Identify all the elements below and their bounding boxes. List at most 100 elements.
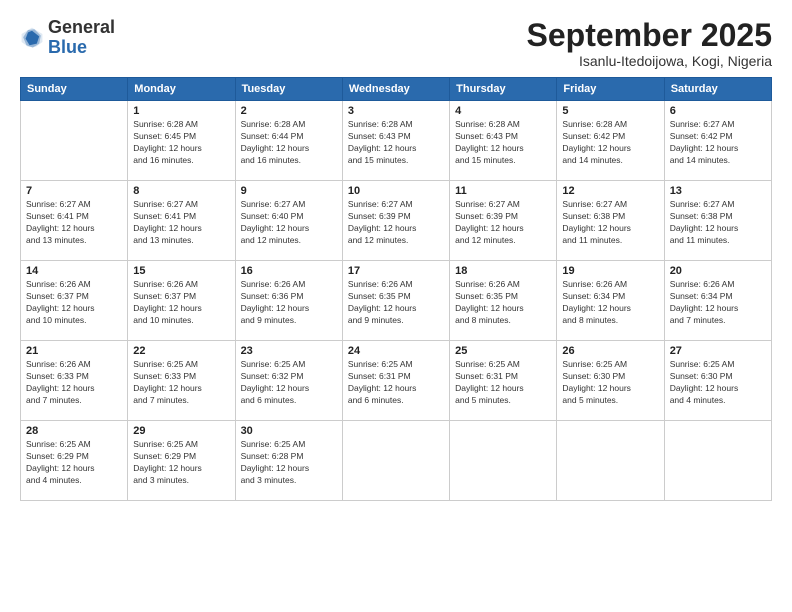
day-number: 24 <box>348 345 444 357</box>
day-number: 20 <box>670 265 766 277</box>
day-info: Sunrise: 6:26 AM Sunset: 6:35 PM Dayligh… <box>455 279 551 327</box>
day-number: 27 <box>670 345 766 357</box>
day-info: Sunrise: 6:25 AM Sunset: 6:28 PM Dayligh… <box>241 439 337 487</box>
day-number: 30 <box>241 425 337 437</box>
day-info: Sunrise: 6:25 AM Sunset: 6:33 PM Dayligh… <box>133 359 229 407</box>
weekday-header: Thursday <box>450 78 557 101</box>
calendar-week: 21 Sunrise: 6:26 AM Sunset: 6:33 PM Dayli… <box>21 341 772 421</box>
day-info: Sunrise: 6:26 AM Sunset: 6:37 PM Dayligh… <box>133 279 229 327</box>
day-info: Sunrise: 6:25 AM Sunset: 6:30 PM Dayligh… <box>562 359 658 407</box>
day-info: Sunrise: 6:26 AM Sunset: 6:34 PM Dayligh… <box>670 279 766 327</box>
day-info: Sunrise: 6:25 AM Sunset: 6:31 PM Dayligh… <box>348 359 444 407</box>
calendar-cell: 11 Sunrise: 6:27 AM Sunset: 6:39 PM Dayli… <box>450 181 557 261</box>
calendar-week: 7Sunrise: 6:27 AM Sunset: 6:41 PM Daylig… <box>21 181 772 261</box>
calendar-cell: 28Sunrise: 6:25 AM Sunset: 6:29 PM Dayli… <box>21 421 128 501</box>
calendar-header: SundayMondayTuesdayWednesdayThursdayFrid… <box>21 78 772 101</box>
day-number: 7 <box>26 185 122 197</box>
day-info: Sunrise: 6:27 AM Sunset: 6:39 PM Dayligh… <box>455 199 551 247</box>
day-number: 10 <box>348 185 444 197</box>
weekday-header: Wednesday <box>342 78 449 101</box>
calendar-cell: 21 Sunrise: 6:26 AM Sunset: 6:33 PM Dayli… <box>21 341 128 421</box>
calendar-cell: 1 Sunrise: 6:28 AM Sunset: 6:45 PM Daylig… <box>128 101 235 181</box>
calendar-cell: 13 Sunrise: 6:27 AM Sunset: 6:38 PM Dayli… <box>664 181 771 261</box>
day-info: Sunrise: 6:28 AM Sunset: 6:43 PM Dayligh… <box>348 119 444 167</box>
day-number: 3 <box>348 105 444 117</box>
calendar: SundayMondayTuesdayWednesdayThursdayFrid… <box>20 77 772 501</box>
header: General Blue September 2025 Isanlu-Itedo… <box>20 18 772 69</box>
calendar-cell: 22 Sunrise: 6:25 AM Sunset: 6:33 PM Dayli… <box>128 341 235 421</box>
calendar-cell: 5 Sunrise: 6:28 AM Sunset: 6:42 PM Daylig… <box>557 101 664 181</box>
calendar-cell <box>664 421 771 501</box>
weekday-row: SundayMondayTuesdayWednesdayThursdayFrid… <box>21 78 772 101</box>
day-number: 11 <box>455 185 551 197</box>
calendar-week: 1 Sunrise: 6:28 AM Sunset: 6:45 PM Daylig… <box>21 101 772 181</box>
day-info: Sunrise: 6:26 AM Sunset: 6:34 PM Dayligh… <box>562 279 658 327</box>
calendar-cell: 15 Sunrise: 6:26 AM Sunset: 6:37 PM Dayli… <box>128 261 235 341</box>
day-number: 21 <box>26 345 122 357</box>
day-info: Sunrise: 6:27 AM Sunset: 6:40 PM Dayligh… <box>241 199 337 247</box>
calendar-cell <box>557 421 664 501</box>
calendar-body: 1 Sunrise: 6:28 AM Sunset: 6:45 PM Daylig… <box>21 101 772 501</box>
day-number: 26 <box>562 345 658 357</box>
day-number: 23 <box>241 345 337 357</box>
day-info: Sunrise: 6:28 AM Sunset: 6:43 PM Dayligh… <box>455 119 551 167</box>
day-number: 29 <box>133 425 229 437</box>
day-info: Sunrise: 6:25 AM Sunset: 6:32 PM Dayligh… <box>241 359 337 407</box>
calendar-cell: 10 Sunrise: 6:27 AM Sunset: 6:39 PM Dayli… <box>342 181 449 261</box>
day-info: Sunrise: 6:27 AM Sunset: 6:42 PM Dayligh… <box>670 119 766 167</box>
calendar-cell: 17 Sunrise: 6:26 AM Sunset: 6:35 PM Dayli… <box>342 261 449 341</box>
logo-icon <box>20 26 44 50</box>
day-number: 15 <box>133 265 229 277</box>
calendar-cell: 7Sunrise: 6:27 AM Sunset: 6:41 PM Daylig… <box>21 181 128 261</box>
day-number: 22 <box>133 345 229 357</box>
weekday-header: Tuesday <box>235 78 342 101</box>
day-info: Sunrise: 6:27 AM Sunset: 6:38 PM Dayligh… <box>562 199 658 247</box>
day-number: 4 <box>455 105 551 117</box>
page: General Blue September 2025 Isanlu-Itedo… <box>0 0 792 612</box>
calendar-cell: 29 Sunrise: 6:25 AM Sunset: 6:29 PM Dayli… <box>128 421 235 501</box>
day-number: 18 <box>455 265 551 277</box>
calendar-cell: 23 Sunrise: 6:25 AM Sunset: 6:32 PM Dayli… <box>235 341 342 421</box>
calendar-cell: 4 Sunrise: 6:28 AM Sunset: 6:43 PM Daylig… <box>450 101 557 181</box>
calendar-cell: 20 Sunrise: 6:26 AM Sunset: 6:34 PM Dayli… <box>664 261 771 341</box>
day-info: Sunrise: 6:27 AM Sunset: 6:38 PM Dayligh… <box>670 199 766 247</box>
day-info: Sunrise: 6:27 AM Sunset: 6:39 PM Dayligh… <box>348 199 444 247</box>
calendar-cell: 2Sunrise: 6:28 AM Sunset: 6:44 PM Daylig… <box>235 101 342 181</box>
day-number: 13 <box>670 185 766 197</box>
day-number: 6 <box>670 105 766 117</box>
calendar-cell: 3 Sunrise: 6:28 AM Sunset: 6:43 PM Daylig… <box>342 101 449 181</box>
weekday-header: Saturday <box>664 78 771 101</box>
weekday-header: Sunday <box>21 78 128 101</box>
day-number: 5 <box>562 105 658 117</box>
day-info: Sunrise: 6:26 AM Sunset: 6:33 PM Dayligh… <box>26 359 122 407</box>
calendar-cell: 8Sunrise: 6:27 AM Sunset: 6:41 PM Daylig… <box>128 181 235 261</box>
day-number: 12 <box>562 185 658 197</box>
calendar-cell <box>450 421 557 501</box>
day-number: 1 <box>133 105 229 117</box>
calendar-cell: 25Sunrise: 6:25 AM Sunset: 6:31 PM Dayli… <box>450 341 557 421</box>
day-info: Sunrise: 6:28 AM Sunset: 6:45 PM Dayligh… <box>133 119 229 167</box>
weekday-header: Monday <box>128 78 235 101</box>
calendar-cell: 18 Sunrise: 6:26 AM Sunset: 6:35 PM Dayli… <box>450 261 557 341</box>
day-info: Sunrise: 6:28 AM Sunset: 6:42 PM Dayligh… <box>562 119 658 167</box>
calendar-cell: 9Sunrise: 6:27 AM Sunset: 6:40 PM Daylig… <box>235 181 342 261</box>
calendar-cell: 16 Sunrise: 6:26 AM Sunset: 6:36 PM Dayli… <box>235 261 342 341</box>
logo-blue: Blue <box>48 38 115 58</box>
calendar-cell: 24 Sunrise: 6:25 AM Sunset: 6:31 PM Dayli… <box>342 341 449 421</box>
day-info: Sunrise: 6:26 AM Sunset: 6:35 PM Dayligh… <box>348 279 444 327</box>
logo-text: General Blue <box>48 18 115 58</box>
calendar-cell: 6 Sunrise: 6:27 AM Sunset: 6:42 PM Daylig… <box>664 101 771 181</box>
day-info: Sunrise: 6:26 AM Sunset: 6:36 PM Dayligh… <box>241 279 337 327</box>
day-info: Sunrise: 6:25 AM Sunset: 6:29 PM Dayligh… <box>133 439 229 487</box>
calendar-cell: 14Sunrise: 6:26 AM Sunset: 6:37 PM Dayli… <box>21 261 128 341</box>
day-number: 16 <box>241 265 337 277</box>
day-number: 17 <box>348 265 444 277</box>
calendar-cell: 30 Sunrise: 6:25 AM Sunset: 6:28 PM Dayli… <box>235 421 342 501</box>
calendar-cell: 27Sunrise: 6:25 AM Sunset: 6:30 PM Dayli… <box>664 341 771 421</box>
day-number: 19 <box>562 265 658 277</box>
calendar-cell: 26 Sunrise: 6:25 AM Sunset: 6:30 PM Dayli… <box>557 341 664 421</box>
day-info: Sunrise: 6:25 AM Sunset: 6:31 PM Dayligh… <box>455 359 551 407</box>
day-info: Sunrise: 6:26 AM Sunset: 6:37 PM Dayligh… <box>26 279 122 327</box>
day-number: 8 <box>133 185 229 197</box>
calendar-week: 28Sunrise: 6:25 AM Sunset: 6:29 PM Dayli… <box>21 421 772 501</box>
